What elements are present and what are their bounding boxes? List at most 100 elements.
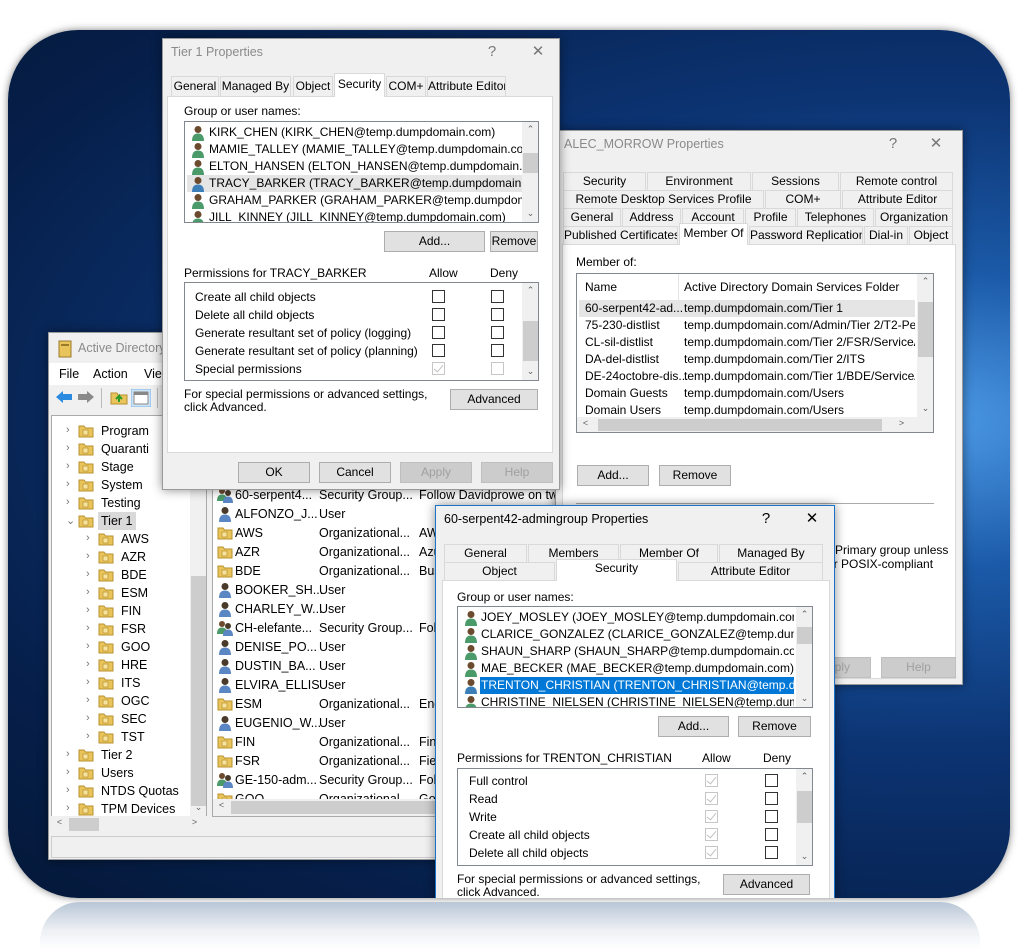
expand-chevron-icon[interactable]: › — [86, 658, 90, 670]
object-name[interactable]: ELVIRA_ELLIS — [235, 678, 320, 692]
object-name[interactable]: CH-elefante... — [235, 621, 312, 635]
tab-published-certificates[interactable]: Published Certificates — [563, 226, 678, 244]
ok-button[interactable]: OK — [238, 462, 310, 483]
close-button[interactable]: ✕ — [526, 42, 550, 60]
remove-button[interactable]: Remove — [490, 231, 538, 252]
tab-com-[interactable]: COM+ — [765, 190, 841, 208]
expand-chevron-icon[interactable]: › — [86, 604, 90, 616]
expand-chevron-icon[interactable]: › — [66, 766, 70, 778]
vertical-scrollbar[interactable]: ⌃⌄ — [917, 274, 933, 417]
scrollbar-thumb[interactable] — [797, 791, 812, 823]
scroll-down-arrow-icon[interactable]: ⌄ — [796, 851, 812, 862]
tab-security[interactable]: Security — [563, 172, 646, 190]
expand-chevron-icon[interactable]: › — [66, 442, 70, 454]
tab-object[interactable]: Object — [293, 76, 333, 96]
remove-button[interactable]: Remove — [738, 716, 811, 737]
allow-checkbox[interactable] — [432, 326, 445, 339]
help-button[interactable]: Help — [481, 462, 553, 483]
deny-checkbox[interactable] — [765, 828, 778, 841]
scroll-right-arrow-icon[interactable]: > — [186, 817, 203, 827]
tab-object[interactable]: Object — [444, 562, 555, 580]
deny-checkbox[interactable] — [491, 326, 504, 339]
expand-chevron-icon[interactable]: › — [86, 694, 90, 706]
expand-chevron-icon[interactable]: › — [86, 550, 90, 562]
tab-telephones[interactable]: Telephones — [797, 208, 874, 226]
scroll-down-arrow-icon[interactable]: ⌄ — [522, 366, 538, 377]
help-button[interactable]: ? — [480, 43, 504, 60]
column-header-folder[interactable]: Active Directory Domain Services Folder — [684, 280, 899, 294]
object-name[interactable]: GE-150-adm... — [235, 773, 317, 787]
group-row[interactable]: Domain Guests temp.dumpdomain.com/Users — [579, 385, 915, 402]
close-button[interactable]: ✕ — [924, 134, 948, 152]
tab-security[interactable]: Security — [334, 73, 385, 97]
tab-remote-control[interactable]: Remote control — [840, 172, 953, 190]
tab-general[interactable]: General — [171, 76, 219, 96]
tab-object[interactable]: Object — [909, 226, 953, 244]
expand-chevron-icon[interactable]: › — [86, 586, 90, 598]
remove-button[interactable]: Remove — [659, 465, 731, 486]
allow-checkbox[interactable] — [432, 344, 445, 357]
group-row[interactable]: CL-sil-distlist temp.dumpdomain.com/Tier … — [579, 334, 915, 351]
scrollbar-thumb[interactable] — [598, 419, 882, 431]
forward-arrow-icon[interactable] — [76, 389, 96, 407]
scrollbar-thumb[interactable] — [797, 627, 812, 644]
scroll-up-arrow-icon[interactable]: ⌃ — [917, 276, 933, 287]
show-console-tree-icon[interactable] — [130, 388, 152, 408]
collapse-chevron-icon[interactable]: ⌄ — [66, 514, 75, 527]
user-row[interactable]: MAE_BECKER (MAE_BECKER@temp.dumpdomain.c… — [480, 660, 794, 677]
user-row[interactable]: JILL_KINNEY (JILL_KINNEY@temp.dumpdomain… — [187, 209, 523, 222]
vertical-scrollbar[interactable]: ⌃⌄ — [522, 122, 538, 222]
advanced-button[interactable]: Advanced — [723, 874, 810, 895]
object-name[interactable]: DENISE_PO... — [235, 640, 317, 654]
user-row[interactable]: KIRK_CHEN (KIRK_CHEN@temp.dumpdomain.com… — [187, 124, 523, 141]
vertical-scrollbar[interactable]: ⌃⌄ — [522, 283, 538, 380]
user-row[interactable]: TRACY_BARKER (TRACY_BARKER@temp.dumpdoma… — [187, 175, 523, 192]
expand-chevron-icon[interactable]: › — [86, 532, 90, 544]
tree-horizontal-scrollbar[interactable]: < > — [51, 816, 207, 833]
expand-chevron-icon[interactable]: › — [86, 640, 90, 652]
tab-remote-desktop-services-profile[interactable]: Remote Desktop Services Profile — [563, 190, 764, 208]
allow-checkbox[interactable] — [432, 308, 445, 321]
scroll-down-arrow-icon[interactable]: ⌄ — [917, 403, 933, 414]
deny-checkbox[interactable] — [491, 308, 504, 321]
up-folder-icon[interactable] — [109, 389, 129, 407]
expand-chevron-icon[interactable]: › — [66, 802, 70, 814]
user-row[interactable]: CLARICE_GONZALEZ (CLARICE_GONZALEZ@temp.… — [480, 626, 794, 643]
cancel-button[interactable]: Cancel — [319, 462, 391, 483]
scroll-left-arrow-icon[interactable]: < — [577, 418, 594, 428]
tab-organization[interactable]: Organization — [875, 208, 953, 226]
object-name[interactable]: BOOKER_SH... — [235, 583, 323, 597]
scrollbar-thumb[interactable] — [69, 818, 99, 831]
apply-button[interactable]: Apply — [400, 462, 472, 483]
group-row[interactable]: DA-del-distlist temp.dumpdomain.com/Tier … — [579, 351, 915, 368]
scroll-right-arrow-icon[interactable]: > — [893, 418, 910, 428]
object-name[interactable]: BDE — [235, 564, 261, 578]
tab-environment[interactable]: Environment — [647, 172, 751, 190]
expand-chevron-icon[interactable]: › — [66, 424, 70, 436]
user-row[interactable]: TRENTON_CHRISTIAN (TRENTON_CHRISTIAN@tem… — [480, 677, 794, 694]
object-name[interactable]: EUGENIO_W... — [235, 716, 321, 730]
object-name[interactable]: AWS — [235, 526, 263, 540]
group-row[interactable]: 60-serpent42-ad... temp.dumpdomain.com/Ti… — [579, 300, 915, 317]
allow-checkbox[interactable] — [432, 290, 445, 303]
tab-attribute-editor[interactable]: Attribute Editor — [427, 76, 506, 96]
group-row[interactable]: DE-24octobre-dis... temp.dumpdomain.com/T… — [579, 368, 915, 385]
tab-dial-in[interactable]: Dial-in — [864, 226, 908, 244]
object-name[interactable]: AZR — [235, 545, 260, 559]
scrollbar-thumb[interactable] — [523, 321, 538, 361]
horizontal-scrollbar[interactable]: < > — [577, 417, 933, 432]
scroll-up-arrow-icon[interactable]: ⌃ — [522, 285, 538, 296]
tab-password-replication[interactable]: Password Replication — [749, 226, 863, 244]
scroll-down-arrow-icon[interactable]: ⌄ — [522, 208, 538, 219]
deny-checkbox[interactable] — [765, 810, 778, 823]
add-button[interactable]: Add... — [658, 716, 729, 737]
add-button[interactable]: Add... — [577, 465, 649, 486]
object-name[interactable]: ESM — [235, 697, 262, 711]
add-button[interactable]: Add... — [384, 231, 485, 252]
deny-checkbox[interactable] — [491, 290, 504, 303]
deny-checkbox[interactable] — [491, 344, 504, 357]
expand-chevron-icon[interactable]: › — [86, 712, 90, 724]
object-name[interactable]: DUSTIN_BA... — [235, 659, 316, 673]
close-button[interactable]: ✕ — [800, 509, 824, 527]
scrollbar-thumb[interactable] — [191, 576, 206, 806]
